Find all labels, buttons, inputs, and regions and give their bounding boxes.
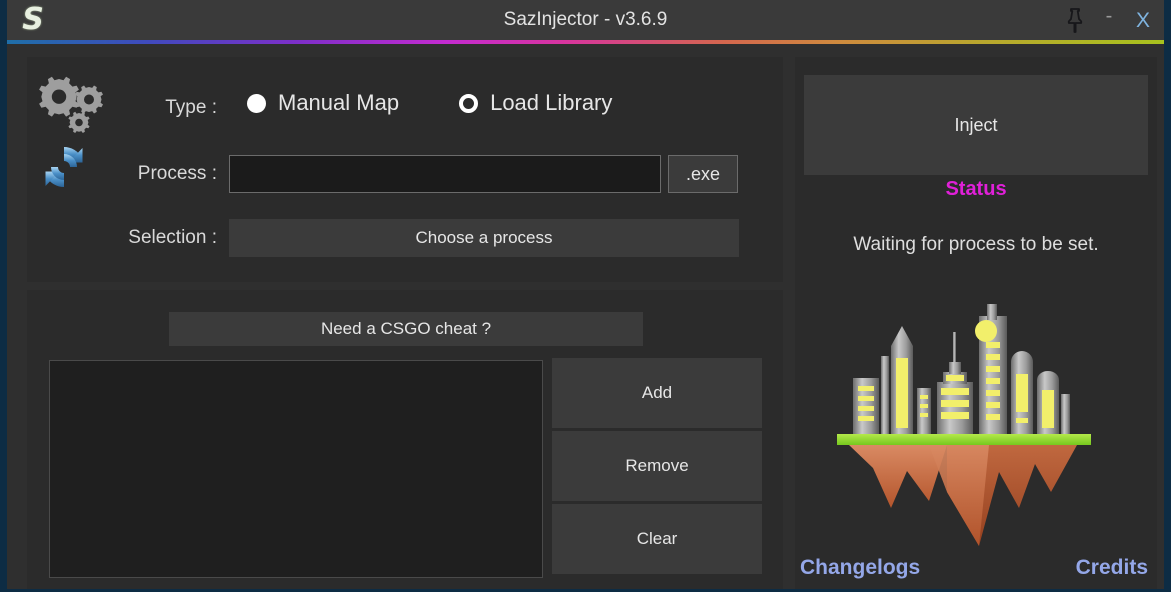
radio-manual-map-label: Manual Map xyxy=(278,90,400,115)
title-bar[interactable]: S SazInjector - v3.6.9 - X xyxy=(7,0,1164,40)
radio-load-library[interactable]: Load Library xyxy=(459,90,612,116)
exe-suffix-button[interactable]: .exe xyxy=(668,155,738,193)
type-radio-group: Manual Map Load Library xyxy=(247,90,612,116)
radio-unselected-icon xyxy=(459,93,479,113)
process-label: Process : xyxy=(137,163,217,184)
status-message: Waiting for process to be set. xyxy=(853,234,1099,255)
remove-button[interactable]: Remove xyxy=(552,431,762,501)
process-input[interactable] xyxy=(229,155,661,193)
window-title: SazInjector - v3.6.9 xyxy=(503,9,668,30)
clear-button[interactable]: Clear xyxy=(552,504,762,574)
minimize-button[interactable]: - xyxy=(1100,6,1118,34)
changelogs-link[interactable]: Changelogs xyxy=(800,556,920,580)
selection-dropdown[interactable]: Choose a process xyxy=(229,219,739,257)
csgo-promo-button[interactable]: Need a CSGO cheat ? xyxy=(169,312,643,346)
floating-island-city-logo xyxy=(837,304,1091,546)
radio-load-library-label: Load Library xyxy=(490,90,613,115)
add-button[interactable]: Add xyxy=(552,358,762,428)
accent-gradient-bar xyxy=(7,40,1164,44)
radio-manual-map[interactable]: Manual Map xyxy=(247,90,399,116)
type-label: Type : xyxy=(165,97,217,118)
status-title: Status xyxy=(945,178,1007,200)
window-controls: - X xyxy=(1064,0,1154,40)
radio-selected-icon xyxy=(247,93,266,113)
app-window: S SazInjector - v3.6.9 - X Type: Manual… xyxy=(0,0,1171,592)
close-button[interactable]: X xyxy=(1132,10,1154,31)
selection-label: Selection : xyxy=(128,227,217,248)
credits-link[interactable]: Credits xyxy=(1076,556,1148,580)
dll-listbox[interactable] xyxy=(49,360,543,578)
pin-button[interactable] xyxy=(1064,7,1086,33)
pin-icon xyxy=(1067,8,1083,33)
inject-button[interactable]: Inject xyxy=(804,75,1148,175)
